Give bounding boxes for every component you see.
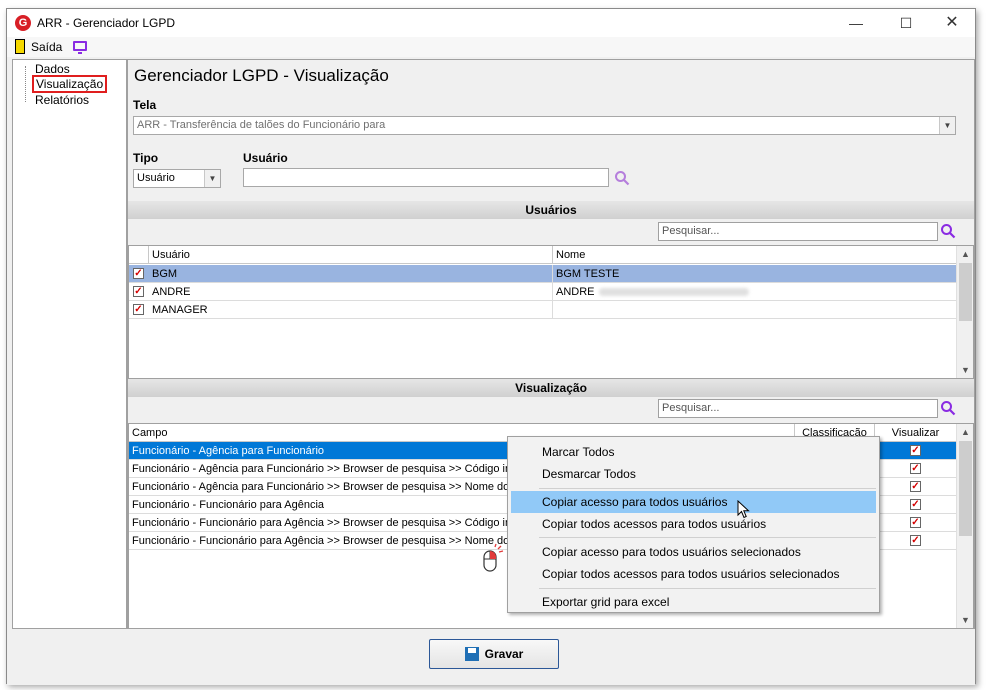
usuario-label: Usuário [243,151,288,165]
scroll-down-icon[interactable]: ▼ [957,612,973,628]
visualizar-checkbox[interactable]: ✓ [910,463,921,474]
users-grid-header-check [129,246,149,264]
tipo-label: Tipo [133,151,159,165]
row-checkbox[interactable]: ✓ [133,304,144,315]
row-checkbox[interactable]: ✓ [133,268,144,279]
page-title: Gerenciador LGPD - Visualização [134,66,389,85]
tipo-select-value: Usuário [137,172,175,184]
save-button[interactable]: Gravar [429,639,559,669]
scroll-thumb[interactable] [959,263,972,321]
users-search-input[interactable]: Pesquisar... [658,222,938,241]
scroll-thumb[interactable] [959,441,972,536]
floppy-disk-icon [464,647,479,661]
row-checkbox[interactable]: ✓ [133,286,144,297]
close-button[interactable]: ✕ [929,9,975,37]
cell-nome [553,301,957,319]
menu-item-marcar-todos[interactable]: Marcar Todos [511,441,876,463]
visualizar-checkbox[interactable]: ✓ [910,445,921,456]
scroll-up-icon[interactable]: ▲ [957,424,973,440]
exit-door-icon[interactable] [15,39,25,54]
sidebar-nav: Dados Visualização Relatórios [12,59,127,629]
monitor-icon[interactable] [73,41,87,54]
tela-select-value: ARR - Transferência de talões do Funcion… [137,119,386,131]
search-icon[interactable] [940,223,956,239]
tela-select[interactable]: ARR - Transferência de talões do Funcion… [133,116,956,135]
tipo-select[interactable]: Usuário ▼ [133,169,221,188]
redacted-text [598,288,749,297]
chevron-down-icon[interactable]: ▼ [204,170,220,187]
users-section-header: Usuários [128,201,974,219]
nav-item-visualizacao[interactable]: Visualização [32,75,108,93]
visualizar-checkbox[interactable]: ✓ [910,535,921,546]
scroll-up-icon[interactable]: ▲ [957,246,973,262]
visualizar-checkbox[interactable]: ✓ [910,517,921,528]
context-menu: Marcar Todos Desmarcar Todos Copiar aces… [507,436,880,613]
cell-nome-text: ANDRE [556,286,595,298]
visualizar-checkbox[interactable]: ✓ [910,481,921,492]
cell-usuario: BGM [149,265,553,283]
maximize-button[interactable]: ☐ [883,9,929,37]
menu-item-copiar-acesso-todos[interactable]: Copiar acesso para todos usuários [511,491,876,513]
footer-bar: Gravar [7,629,975,685]
users-grid: Usuário Nome ✓ BGM BGM TESTE ✓ ANDRE AND… [128,245,974,379]
minimize-button[interactable]: — [833,9,879,37]
search-icon[interactable] [940,400,956,416]
cell-nome: BGM TESTE [553,265,957,283]
nav-item-relatorios[interactable]: Relatórios [35,93,89,107]
tree-line [25,66,26,102]
scroll-down-icon[interactable]: ▼ [957,362,973,378]
view-section-header: Visualização [128,379,974,397]
menu-separator [539,588,876,589]
menu-item-copiar-todos-acessos-selecionados[interactable]: Copiar todos acessos para todos usuários… [511,563,876,585]
mouse-click-icon [483,543,504,572]
toolbar: Saída [7,37,975,57]
menu-item-desmarcar-todos[interactable]: Desmarcar Todos [511,463,876,485]
menu-item-copiar-todos-acessos-todos[interactable]: Copiar todos acessos para todos usuários [511,513,876,535]
cell-nome: ANDRE [553,283,957,301]
cell-usuario: MANAGER [149,301,553,319]
users-grid-scrollbar[interactable]: ▲ ▼ [956,246,973,378]
users-grid-header-usuario[interactable]: Usuário [149,246,553,264]
view-grid-scrollbar[interactable]: ▲ ▼ [956,424,973,628]
table-row[interactable]: ✓ ANDRE ANDRE [129,283,957,301]
cell-usuario: ANDRE [149,283,553,301]
title-bar: G ARR - Gerenciador LGPD — ☐ ✕ [7,9,975,37]
view-grid-header-visualizar[interactable]: Visualizar [875,424,957,442]
mouse-pointer-icon [737,500,750,519]
table-row[interactable]: ✓ MANAGER [129,301,957,319]
nav-item-dados[interactable]: Dados [35,62,70,76]
menu-separator [539,537,876,538]
search-icon[interactable] [614,170,630,186]
save-button-label: Gravar [484,647,524,661]
visualizar-checkbox[interactable]: ✓ [910,499,921,510]
menu-separator [539,488,876,489]
table-row[interactable]: ✓ BGM BGM TESTE [129,265,957,283]
users-grid-header-nome[interactable]: Nome [553,246,957,264]
app-logo-icon: G [15,15,31,31]
menu-item-copiar-acesso-selecionados[interactable]: Copiar acesso para todos usuários seleci… [511,541,876,563]
view-search-input[interactable]: Pesquisar... [658,399,938,418]
menu-item-exportar-excel[interactable]: Exportar grid para excel [511,591,876,613]
tela-label: Tela [133,98,157,112]
exit-button[interactable]: Saída [31,40,62,54]
window-title: ARR - Gerenciador LGPD [37,16,176,30]
usuario-input[interactable] [243,168,609,187]
chevron-down-icon[interactable]: ▼ [939,117,955,134]
